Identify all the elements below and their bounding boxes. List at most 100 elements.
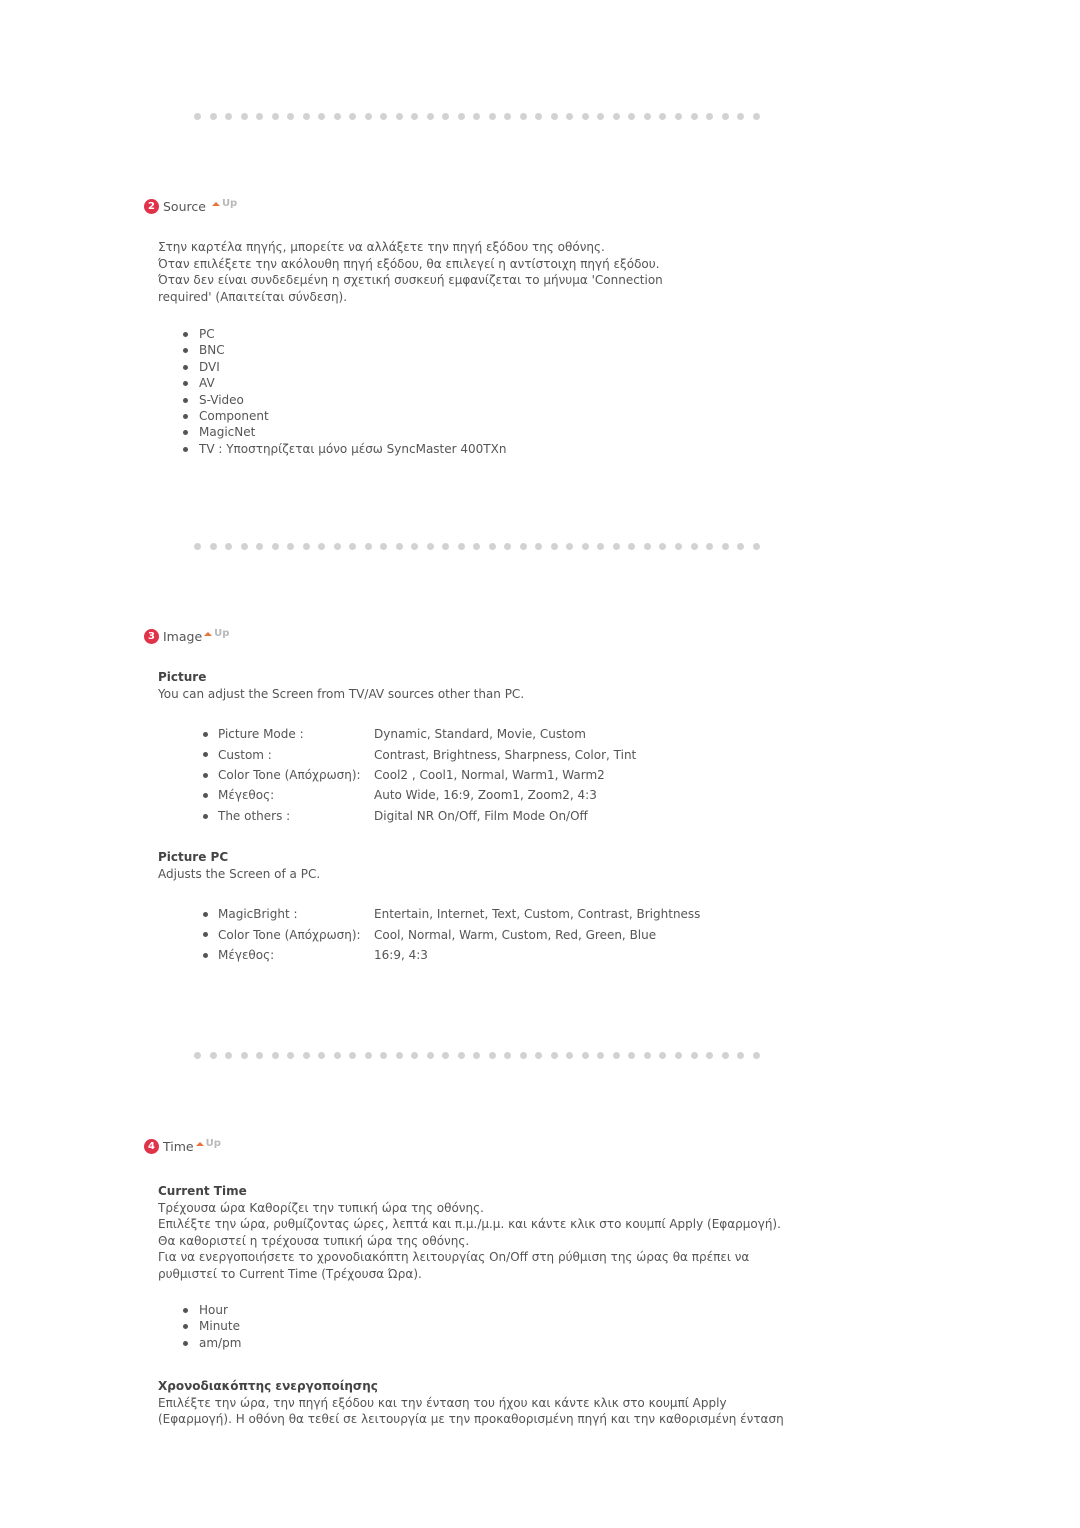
setting-key: Custom :	[203, 744, 374, 764]
separator-dot	[240, 542, 248, 550]
dotted-separator	[194, 1051, 760, 1059]
separator-dot	[333, 1051, 341, 1059]
table-row: Custom : Contrast, Brightness, Sharpness,…	[203, 744, 636, 764]
separator-dot	[194, 542, 201, 550]
separator-dot	[411, 1051, 419, 1059]
up-link[interactable]: Up	[204, 628, 229, 639]
separator-dot	[473, 542, 481, 550]
setting-value: Digital NR On/Off, Film Mode On/Off	[374, 808, 588, 823]
separator-dot	[411, 542, 419, 550]
paragraph-line: Όταν επιλέξετε την ακόλουθη πηγή εξόδου,…	[158, 256, 660, 271]
separator-dot	[706, 112, 714, 120]
setting-value: Contrast, Brightness, Sharpness, Color, …	[374, 747, 637, 762]
subsection-title: Χρονοδιακόπτης ενεργοποίησης	[158, 1379, 378, 1393]
separator-dot	[364, 542, 372, 550]
up-arrow-icon	[211, 202, 220, 206]
separator-dot	[674, 542, 682, 550]
list-item: Hour	[183, 1302, 241, 1318]
separator-dot	[706, 542, 714, 550]
separator-dot	[380, 1051, 388, 1059]
paragraph-line: required' (Απαιτείται σύνδεση).	[158, 289, 348, 304]
separator-dot	[380, 112, 388, 120]
separator-dot	[519, 542, 527, 550]
up-link[interactable]: Up	[195, 1138, 221, 1149]
separator-dot	[442, 542, 450, 550]
up-label: Up	[205, 1138, 221, 1149]
separator-dot	[519, 1051, 527, 1059]
separator-dot	[287, 542, 295, 550]
separator-dot	[566, 1051, 574, 1059]
separator-dot	[287, 112, 295, 120]
up-label: Up	[221, 198, 238, 209]
separator-dot	[504, 542, 512, 550]
separator-dot	[581, 542, 589, 550]
list-item: Minute	[183, 1318, 241, 1334]
separator-dot	[302, 542, 310, 550]
separator-dot	[271, 112, 279, 120]
section-heading-image: 3 Image Up	[144, 628, 229, 644]
section-heading-time: 4 Time Up	[144, 1138, 221, 1154]
separator-dot	[488, 542, 496, 550]
setting-key: Color Tone (Απόχρωση):	[203, 924, 374, 944]
separator-dot	[597, 112, 605, 120]
separator-dot	[535, 1051, 543, 1059]
separator-dot	[752, 112, 760, 120]
current-time-list: Hour Minute am/pm	[183, 1302, 241, 1351]
separator-dot	[349, 1051, 357, 1059]
separator-dot	[240, 1051, 248, 1059]
table-row: MagicBright : Entertain, Internet, Text, …	[203, 904, 700, 924]
separator-dot	[690, 112, 698, 120]
separator-dot	[535, 112, 543, 120]
setting-value: Cool, Normal, Warm, Custom, Red, Green, …	[374, 927, 657, 942]
section-title: Image	[163, 629, 203, 644]
table-row: Color Tone (Απόχρωση): Cool2 , Cool1, Nor…	[203, 765, 636, 785]
separator-dot	[395, 542, 403, 550]
separator-dot	[628, 542, 636, 550]
separator-dot	[442, 112, 450, 120]
paragraph-line: Όταν δεν είναι συνδεδεμένη η σχετική συσ…	[158, 273, 663, 287]
setting-key: Color Tone (Απόχρωση):	[203, 765, 374, 785]
separator-dot	[256, 112, 264, 120]
paragraph-line: Στην καρτέλα πηγής, μπορείτε να αλλάξετε…	[158, 240, 605, 254]
paragraph-line: Επιλέξτε την ώρα, την πηγή εξόδου και τη…	[158, 1395, 727, 1410]
separator-dot	[442, 1051, 450, 1059]
separator-dot	[612, 1051, 620, 1059]
list-item: TV : Υποστηρίζεται μόνο μέσω SyncMaster …	[183, 441, 506, 457]
separator-dot	[194, 1051, 201, 1059]
section-heading-source: 2 Source Up	[144, 198, 238, 214]
up-label: Up	[214, 628, 230, 639]
up-link[interactable]: Up	[211, 198, 238, 209]
number-2-icon: 2	[144, 199, 159, 214]
separator-dot	[690, 542, 698, 550]
separator-dot	[395, 112, 403, 120]
source-description: Στην καρτέλα πηγής, μπορείτε να αλλάξετε…	[158, 239, 663, 305]
dotted-separator	[194, 112, 760, 120]
subsection-description: Adjusts the Screen of a PC.	[158, 866, 321, 881]
separator-dot	[349, 542, 357, 550]
picture-pc-settings-table: MagicBright : Entertain, Internet, Text, …	[203, 904, 700, 965]
separator-dot	[643, 1051, 651, 1059]
separator-dot	[737, 1051, 745, 1059]
separator-dot	[721, 542, 729, 550]
table-row: Picture Mode : Dynamic, Standard, Movie, …	[203, 724, 636, 744]
separator-dot	[535, 542, 543, 550]
separator-dot	[519, 112, 527, 120]
subsection-title: Current Time	[158, 1184, 247, 1198]
separator-dot	[194, 112, 201, 120]
subsection-title: Picture	[158, 670, 207, 684]
separator-dot	[566, 542, 574, 550]
paragraph-line: ρυθμιστεί το Current Time (Τρέχουσα Ώρα)…	[158, 1266, 422, 1281]
paragraph-line: Επιλέξτε την ώρα, ρυθμίζοντας ώρες, λεπτ…	[158, 1217, 781, 1231]
separator-dot	[318, 112, 326, 120]
separator-dot	[209, 112, 217, 120]
list-item: Component	[183, 408, 506, 424]
separator-dot	[597, 1051, 605, 1059]
picture-pc-block: Picture PC Adjusts the Screen of a PC.	[158, 849, 320, 882]
separator-dot	[457, 542, 465, 550]
separator-dot	[550, 112, 558, 120]
separator-dot	[473, 112, 481, 120]
up-arrow-icon	[195, 1142, 204, 1146]
dotted-separator	[194, 542, 760, 550]
separator-dot	[457, 1051, 465, 1059]
separator-dot	[473, 1051, 481, 1059]
